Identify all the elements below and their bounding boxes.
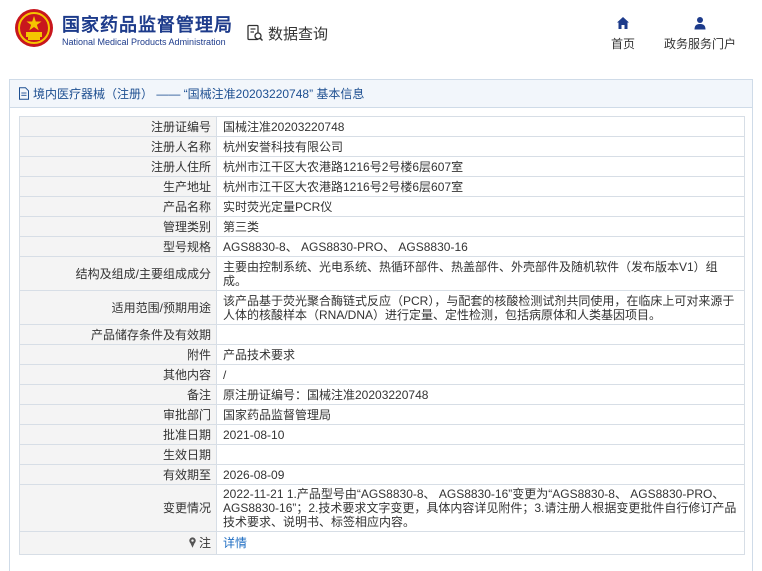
row-label: 型号规格 bbox=[19, 236, 217, 257]
row-value bbox=[216, 444, 745, 465]
nav-home-label: 首页 bbox=[610, 37, 635, 51]
brand-name-en: National Medical Products Administration bbox=[62, 37, 226, 47]
row-label: 注册人住所 bbox=[19, 156, 217, 177]
row-label: 变更情况 bbox=[19, 484, 217, 532]
table-row: 结构及组成/主要组成成分 主要由控制系统、光电系统、热循环部件、热盖部件、外壳部… bbox=[19, 256, 745, 291]
nav-service-portal[interactable]: 政务服务门户 bbox=[662, 16, 738, 56]
note-value-cell: 详情 bbox=[216, 531, 745, 555]
data-query-link[interactable]: 数据查询 bbox=[246, 22, 328, 44]
table-row: 审批部门 国家药品监督管理局 bbox=[19, 404, 745, 425]
table-row: 附件 产品技术要求 bbox=[19, 344, 745, 365]
row-label: 生产地址 bbox=[19, 176, 217, 197]
brand-name-cn: 国家药品监督管理局 bbox=[62, 15, 233, 35]
row-value: 杭州市江干区大农港路1216号2号楼6层607室 bbox=[216, 176, 745, 197]
document-icon bbox=[19, 87, 29, 100]
table-row: 适用范围/预期用途 该产品基于荧光聚合酶链式反应（PCR），与配套的核酸检测试剂… bbox=[19, 290, 745, 325]
panel-header: 境内医疗器械（注册） —— “国械注准20203220748” 基本信息 bbox=[10, 80, 752, 108]
table-row: 批准日期 2021-08-10 bbox=[19, 424, 745, 445]
row-value: 该产品基于荧光聚合酶链式反应（PCR），与配套的核酸检测试剂共同使用，在临床上可… bbox=[216, 290, 745, 325]
table-row: 注册人住所 杭州市江干区大农港路1216号2号楼6层607室 bbox=[19, 156, 745, 177]
row-label: 产品名称 bbox=[19, 196, 217, 217]
detail-table: 注册证编号 国械注准20203220748 注册人名称 杭州安誉科技有限公司 注… bbox=[19, 116, 745, 555]
row-value: 国家药品监督管理局 bbox=[216, 404, 745, 425]
note-label: 注 bbox=[198, 536, 211, 550]
row-label: 其他内容 bbox=[19, 364, 217, 385]
document-search-icon bbox=[247, 24, 264, 42]
row-label: 备注 bbox=[19, 384, 217, 405]
row-value: 2021-08-10 bbox=[216, 424, 745, 445]
table-row: 有效期至 2026-08-09 bbox=[19, 464, 745, 485]
row-label: 结构及组成/主要组成成分 bbox=[19, 256, 217, 291]
row-value: 原注册证编号：国械注准20203220748 bbox=[216, 384, 745, 405]
row-label: 产品储存条件及有效期 bbox=[19, 324, 217, 345]
row-value: 第三类 bbox=[216, 216, 745, 237]
user-icon bbox=[694, 17, 706, 30]
home-icon bbox=[617, 17, 629, 29]
row-label: 批准日期 bbox=[19, 424, 217, 445]
row-label: 管理类别 bbox=[19, 216, 217, 237]
nav-portal-label: 政务服务门户 bbox=[663, 37, 736, 51]
nav-home[interactable]: 首页 bbox=[608, 16, 638, 56]
row-label: 适用范围/预期用途 bbox=[19, 290, 217, 325]
row-value: 2026-08-09 bbox=[216, 464, 745, 485]
table-row-note: 注 详情 bbox=[19, 531, 745, 555]
panel-title: 境内医疗器械（注册） —— “国械注准20203220748” 基本信息 bbox=[33, 87, 365, 101]
row-value: / bbox=[216, 364, 745, 385]
row-value: 杭州市江干区大农港路1216号2号楼6层607室 bbox=[216, 156, 745, 177]
table-row: 注册证编号 国械注准20203220748 bbox=[19, 116, 745, 137]
row-label: 注册人名称 bbox=[19, 136, 217, 157]
table-row: 变更情况 2022-11-21 1.产品型号由“AGS8830-8、 AGS88… bbox=[19, 484, 745, 532]
detail-link[interactable]: 详情 bbox=[223, 536, 247, 550]
data-query-label: 数据查询 bbox=[268, 25, 329, 43]
table-row: 其他内容 / bbox=[19, 364, 745, 385]
table-row: 生产地址 杭州市江干区大农港路1216号2号楼6层607室 bbox=[19, 176, 745, 197]
row-value: 实时荧光定量PCR仪 bbox=[216, 196, 745, 217]
row-label: 附件 bbox=[19, 344, 217, 365]
emblem-logo-icon bbox=[15, 9, 53, 47]
row-value: 产品技术要求 bbox=[216, 344, 745, 365]
site-header: 国家药品监督管理局 National Medical Products Admi… bbox=[0, 0, 762, 66]
table-row: 管理类别 第三类 bbox=[19, 216, 745, 237]
table-row: 产品储存条件及有效期 bbox=[19, 324, 745, 345]
detail-panel: 境内医疗器械（注册） —— “国械注准20203220748” 基本信息 注册证… bbox=[9, 79, 753, 571]
row-label: 注册证编号 bbox=[19, 116, 217, 137]
row-value: 主要由控制系统、光电系统、热循环部件、热盖部件、外壳部件及随机软件（发布版本V1… bbox=[216, 256, 745, 291]
table-row: 产品名称 实时荧光定量PCR仪 bbox=[19, 196, 745, 217]
table-row: 生效日期 bbox=[19, 444, 745, 465]
table-row: 型号规格 AGS8830-8、 AGS8830-PRO、 AGS8830-16 bbox=[19, 236, 745, 257]
row-label: 生效日期 bbox=[19, 444, 217, 465]
row-value: 国械注准20203220748 bbox=[216, 116, 745, 137]
pin-icon bbox=[189, 537, 196, 548]
table-row: 注册人名称 杭州安誉科技有限公司 bbox=[19, 136, 745, 157]
note-label-cell: 注 bbox=[19, 531, 217, 555]
row-value: 杭州安誉科技有限公司 bbox=[216, 136, 745, 157]
table-row: 备注 原注册证编号：国械注准20203220748 bbox=[19, 384, 745, 405]
row-label: 审批部门 bbox=[19, 404, 217, 425]
row-value bbox=[216, 324, 745, 345]
row-label: 有效期至 bbox=[19, 464, 217, 485]
row-value: AGS8830-8、 AGS8830-PRO、 AGS8830-16 bbox=[216, 236, 745, 257]
row-value: 2022-11-21 1.产品型号由“AGS8830-8、 AGS8830-16… bbox=[216, 484, 745, 532]
